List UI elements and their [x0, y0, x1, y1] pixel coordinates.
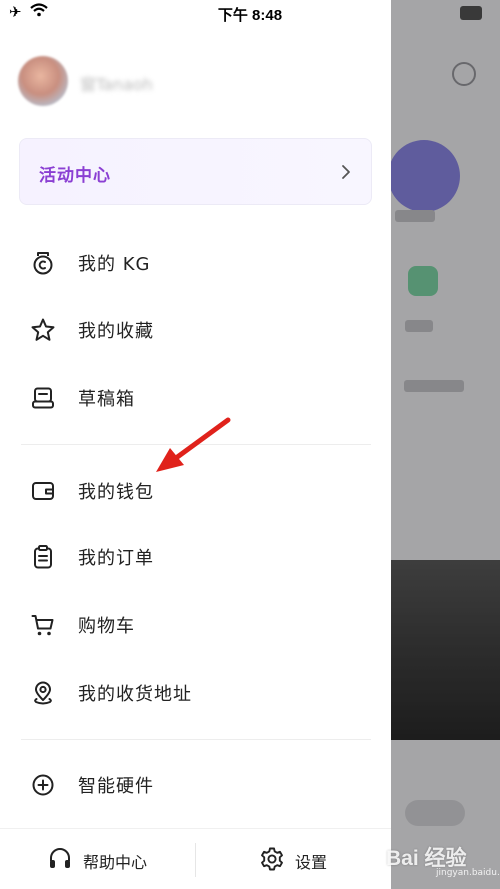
menu-item-my-kg[interactable]: 我的 KG	[0, 236, 391, 290]
headset-icon	[50, 848, 70, 868]
menu-item-label: 我的收货地址	[78, 684, 192, 705]
menu-item-cart[interactable]: 购物车	[0, 598, 391, 652]
chevron-right-icon	[342, 165, 350, 179]
wallet-icon	[32, 482, 54, 500]
watermark-subtext: jingyan.baidu.com	[436, 868, 500, 878]
menu-item-label: 我的收藏	[78, 321, 154, 342]
kg-icon	[33, 252, 53, 275]
drafts-icon	[32, 387, 54, 409]
profile-header[interactable]: 窗Tanaoh	[18, 56, 368, 108]
menu-item-label: 我的 KG	[78, 254, 151, 275]
menu-item-orders[interactable]: 我的订单	[0, 530, 391, 584]
avatar[interactable]	[18, 56, 68, 106]
star-icon	[31, 318, 55, 341]
gear-icon	[261, 847, 283, 871]
menu-item-favorites[interactable]: 我的收藏	[0, 303, 391, 357]
watermark-logo: Bai 经验 jingyan.baidu.com	[380, 836, 500, 882]
status-time-container: 下午 8:48	[0, 0, 500, 26]
bottom-bar: 帮助中心 设置	[0, 828, 391, 889]
menu-item-address[interactable]: 我的收货地址	[0, 666, 391, 720]
clipboard-icon	[34, 545, 52, 569]
menu-item-label: 我的订单	[78, 548, 154, 569]
cart-icon	[31, 615, 54, 636]
location-pin-icon	[34, 681, 52, 705]
annotation-arrow-icon	[156, 417, 231, 472]
activity-center-label: 活动中心	[39, 166, 111, 186]
settings-button[interactable]: 设置	[196, 829, 391, 889]
menu-item-label: 购物车	[78, 616, 135, 637]
menu-item-label: 智能硬件	[78, 776, 154, 797]
menu-item-label: 我的钱包	[78, 482, 154, 503]
divider	[21, 739, 371, 740]
menu-item-label: 草稿箱	[78, 389, 135, 410]
help-center-label: 帮助中心	[83, 853, 148, 872]
help-center-button[interactable]: 帮助中心	[0, 829, 195, 889]
status-time: 下午 8:48	[217, 7, 283, 24]
activity-center-card[interactable]: 活动中心	[19, 138, 372, 205]
plus-circle-icon	[32, 774, 54, 796]
username[interactable]: 窗Tanaoh	[80, 71, 153, 95]
menu-item-smart-hardware[interactable]: 智能硬件	[0, 758, 391, 812]
settings-label: 设置	[295, 853, 328, 872]
